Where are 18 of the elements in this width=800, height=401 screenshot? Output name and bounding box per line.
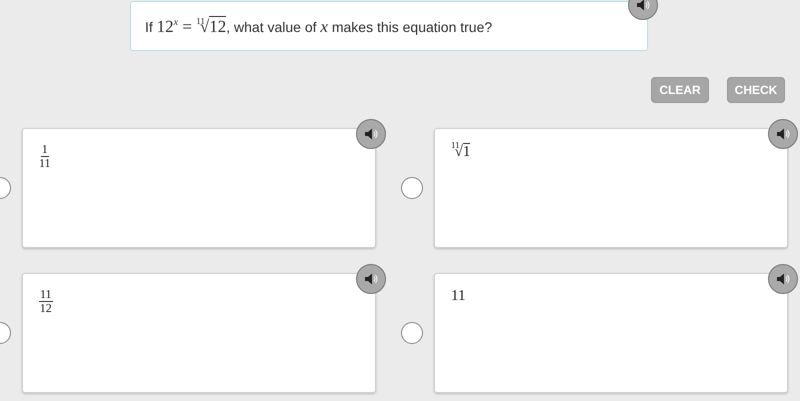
answer-text: 11 <box>451 288 466 304</box>
speaker-button[interactable] <box>768 119 798 149</box>
speaker-icon <box>776 128 790 140</box>
speaker-icon <box>636 0 650 11</box>
speaker-button[interactable] <box>356 119 386 149</box>
question-text: If 12$^{x}$ = $^{11}$√12, what value of x makes this equation true? <box>145 16 492 36</box>
answer-card[interactable]: 11 12 <box>22 273 376 393</box>
answer-text: 1 11 <box>39 143 51 170</box>
radio-button[interactable] <box>401 322 423 344</box>
speaker-icon <box>364 273 378 285</box>
radio-button[interactable] <box>401 177 423 199</box>
answer-text: 11 12 <box>39 288 53 314</box>
speaker-button[interactable] <box>768 264 798 294</box>
speaker-icon <box>776 273 790 285</box>
speaker-icon <box>364 128 378 140</box>
answer-card[interactable]: 1 11 <box>22 128 376 248</box>
speaker-button[interactable] <box>356 264 386 294</box>
answer-card[interactable]: 11 <box>434 273 788 393</box>
